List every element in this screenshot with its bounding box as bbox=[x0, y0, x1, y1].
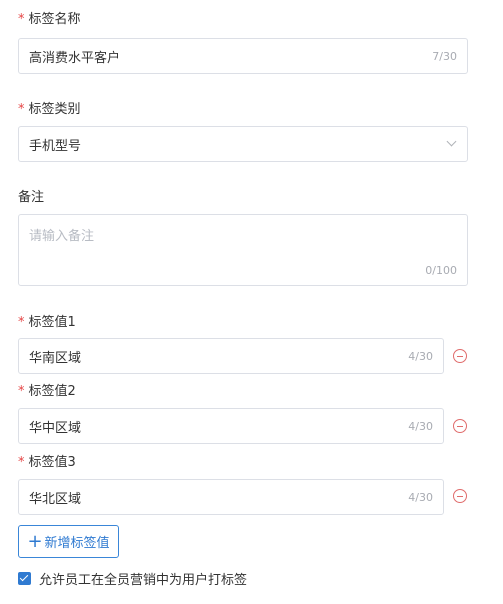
chevron-down-icon bbox=[446, 136, 457, 147]
tag-category-value: 手机型号 bbox=[29, 138, 82, 154]
tag-value-1-value: 华南区域 bbox=[29, 350, 82, 366]
tag-name-input[interactable]: 高消费水平客户 7/30 bbox=[18, 38, 468, 74]
required-mark: * bbox=[18, 384, 25, 399]
add-tag-value-button[interactable]: + 新增标签值 bbox=[18, 525, 119, 558]
tag-name-char-count: 7/30 bbox=[432, 50, 457, 63]
tag-name-value: 高消费水平客户 bbox=[29, 50, 121, 66]
allow-employee-tagging-row[interactable]: 允许员工在全员营销中为用户打标签 bbox=[18, 569, 247, 588]
remark-char-count: 0/100 bbox=[425, 264, 457, 277]
tag-value-3-value: 华北区域 bbox=[29, 491, 82, 507]
tag-value-1-input[interactable]: 华南区域 4/30 bbox=[18, 338, 444, 374]
tag-category-select[interactable]: 手机型号 bbox=[18, 126, 468, 162]
tag-value-1-label: * 标签值1 bbox=[18, 315, 76, 330]
tag-name-label: * 标签名称 bbox=[18, 12, 81, 27]
tag-value-3-label: * 标签值3 bbox=[18, 455, 76, 470]
remove-tag-value-1-icon[interactable] bbox=[453, 349, 467, 363]
remark-placeholder: 请输入备注 bbox=[29, 229, 95, 244]
required-mark: * bbox=[18, 102, 25, 117]
tag-category-label: * 标签类别 bbox=[18, 102, 81, 117]
tag-value-2-char-count: 4/30 bbox=[408, 420, 433, 433]
tag-value-1-char-count: 4/30 bbox=[408, 350, 433, 363]
remove-tag-value-2-icon[interactable] bbox=[453, 419, 467, 433]
required-mark: * bbox=[18, 12, 25, 27]
tag-value-2-input[interactable]: 华中区域 4/30 bbox=[18, 408, 444, 444]
tag-value-2-value: 华中区域 bbox=[29, 420, 82, 436]
remark-label: 备注 bbox=[18, 190, 45, 205]
required-mark: * bbox=[18, 315, 25, 330]
remark-textarea[interactable]: 请输入备注 0/100 bbox=[18, 214, 468, 286]
required-mark: * bbox=[18, 455, 25, 470]
tag-value-3-char-count: 4/30 bbox=[408, 491, 433, 504]
plus-icon: + bbox=[27, 530, 43, 552]
tag-value-3-input[interactable]: 华北区域 4/30 bbox=[18, 479, 444, 515]
tag-value-2-label: * 标签值2 bbox=[18, 384, 76, 399]
allow-employee-tagging-label: 允许员工在全员营销中为用户打标签 bbox=[39, 573, 248, 588]
checkbox-checked-icon[interactable] bbox=[18, 572, 31, 585]
remove-tag-value-3-icon[interactable] bbox=[453, 489, 467, 503]
